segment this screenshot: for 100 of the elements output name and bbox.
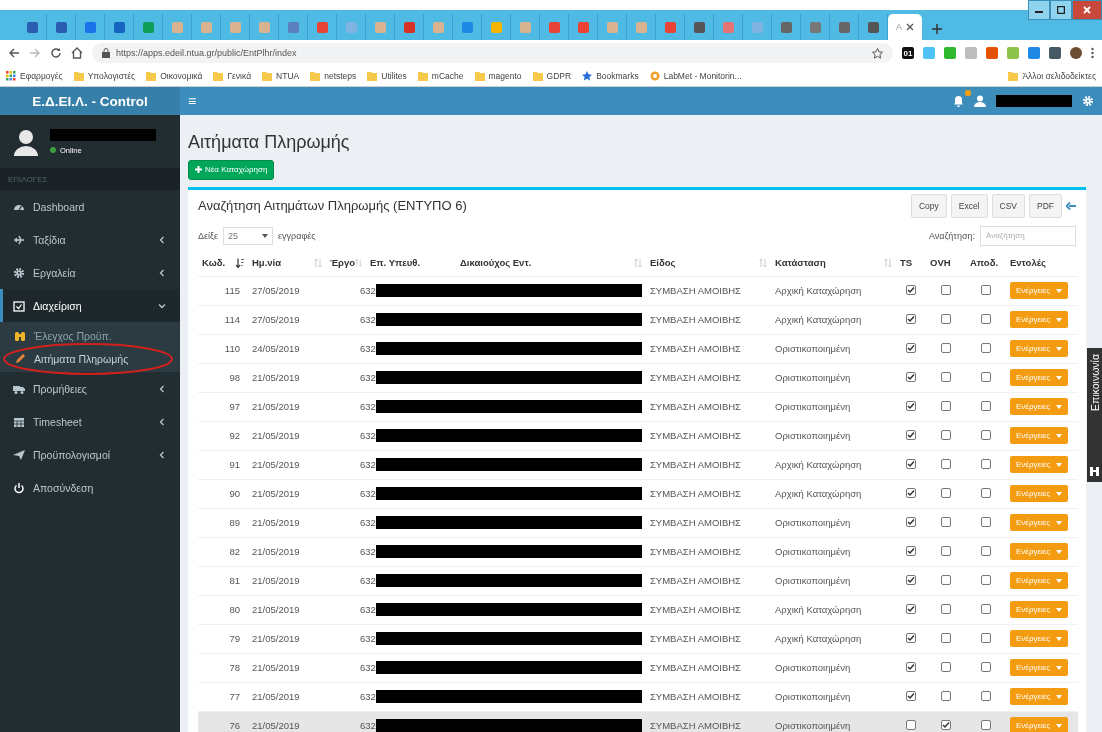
bookmark[interactable]: Οικονομικά xyxy=(146,71,203,81)
user-icon[interactable] xyxy=(974,95,986,107)
checkbox[interactable] xyxy=(941,603,951,614)
home-icon[interactable] xyxy=(71,47,83,59)
plus-icon[interactable] xyxy=(932,24,942,34)
checkbox[interactable] xyxy=(941,342,951,353)
checkbox[interactable] xyxy=(906,487,916,498)
bookmark[interactable]: magento xyxy=(474,71,522,81)
extension-icon[interactable] xyxy=(1049,47,1061,59)
checkbox[interactable] xyxy=(906,400,916,411)
checkbox[interactable] xyxy=(981,400,991,411)
checkbox[interactable] xyxy=(941,516,951,527)
checkbox[interactable] xyxy=(906,516,916,527)
checkbox[interactable] xyxy=(981,516,991,527)
checkbox[interactable] xyxy=(941,574,951,585)
bell-icon[interactable] xyxy=(953,95,964,107)
checkbox[interactable] xyxy=(981,574,991,585)
checkbox[interactable] xyxy=(981,661,991,672)
column-header[interactable]: Δικαιούχος Εντ. xyxy=(460,257,642,268)
sidebar-subitem[interactable]: Έλεγχος Προϋπ. xyxy=(0,324,180,347)
checkbox[interactable] xyxy=(981,342,991,353)
checkbox[interactable] xyxy=(981,545,991,556)
bookmark[interactable]: NTUA xyxy=(262,71,300,81)
checkbox[interactable] xyxy=(906,458,916,469)
checkbox[interactable] xyxy=(941,400,951,411)
checkbox[interactable] xyxy=(906,632,916,643)
column-header[interactable]: Κωδ. xyxy=(202,257,244,268)
reload-icon[interactable] xyxy=(50,47,62,59)
column-header[interactable]: Είδος xyxy=(650,257,767,268)
maximize-button[interactable] xyxy=(1050,0,1072,20)
address-bar[interactable]: https://apps.edeil.ntua.gr/public/EntPlhr/index xyxy=(92,43,893,63)
checkbox[interactable] xyxy=(906,545,916,556)
checkbox[interactable] xyxy=(981,487,991,498)
checkbox[interactable] xyxy=(981,313,991,324)
checkbox[interactable] xyxy=(981,371,991,382)
checkbox[interactable] xyxy=(981,690,991,701)
sidebar-subitem[interactable]: Αιτήματα Πληρωμής xyxy=(0,347,180,370)
contact-tab[interactable]: Επικοινωνία xyxy=(1087,348,1102,482)
column-header[interactable]: Έργο xyxy=(330,257,362,268)
checkbox[interactable] xyxy=(981,284,991,295)
checkbox[interactable] xyxy=(906,429,916,440)
bookmark[interactable]: Γενικά xyxy=(213,71,252,81)
gear-icon[interactable] xyxy=(1082,95,1094,107)
close-button[interactable] xyxy=(1072,0,1102,20)
checkbox[interactable] xyxy=(906,603,916,614)
checkbox[interactable] xyxy=(906,719,916,730)
minimize-button[interactable] xyxy=(1028,0,1050,20)
sidebar-item[interactable]: Εργαλεία xyxy=(0,256,180,289)
search-field[interactable]: Αναζήτηση xyxy=(980,225,1076,246)
extension-icon[interactable] xyxy=(1028,47,1040,59)
menu-toggle[interactable]: ≡ xyxy=(188,93,197,109)
bookmark[interactable]: LabMet - Monitorin... xyxy=(649,71,742,81)
checkbox[interactable] xyxy=(981,632,991,643)
checkbox[interactable] xyxy=(906,690,916,701)
bookmark[interactable]: Άλλοι σελιδοδείκτες xyxy=(1008,71,1096,81)
sidebar-item[interactable]: Αποσύνδεση xyxy=(0,471,180,504)
checkbox[interactable] xyxy=(981,719,991,730)
bookmark[interactable]: Utilites xyxy=(367,71,407,81)
export-button[interactable]: Copy xyxy=(910,193,947,218)
bookmark[interactable]: Υπολογιστές xyxy=(73,71,136,81)
bookmark[interactable]: mCache xyxy=(417,71,464,81)
sidebar-item[interactable]: Προμήθειες xyxy=(0,372,180,405)
checkbox[interactable] xyxy=(941,284,951,295)
checkbox[interactable] xyxy=(941,719,951,730)
sidebar-item[interactable]: Ταξίδια xyxy=(0,223,180,256)
sidebar-item[interactable]: Timesheet xyxy=(0,405,180,438)
app-brand[interactable]: Ε.Δ.ΕΙ.Λ. - Control xyxy=(0,87,180,115)
checkbox[interactable] xyxy=(941,429,951,440)
back-icon[interactable] xyxy=(8,47,20,59)
column-header[interactable]: Ημ.νία xyxy=(252,257,322,268)
checkbox[interactable] xyxy=(941,690,951,701)
menu-icon[interactable] xyxy=(1091,47,1094,59)
checkbox[interactable] xyxy=(941,371,951,382)
checkbox[interactable] xyxy=(906,284,916,295)
checkbox[interactable] xyxy=(981,429,991,440)
star-icon[interactable] xyxy=(872,47,883,59)
profile-icon[interactable] xyxy=(1070,47,1082,59)
export-button[interactable]: PDF xyxy=(1029,193,1062,218)
checkbox[interactable] xyxy=(981,603,991,614)
checkbox[interactable] xyxy=(941,313,951,324)
close-icon[interactable] xyxy=(906,23,914,31)
extension-button[interactable]: 01 xyxy=(902,47,914,59)
export-button[interactable]: Excel xyxy=(950,193,988,218)
checkbox[interactable] xyxy=(941,487,951,498)
extension-icon[interactable] xyxy=(986,47,998,59)
bookmark[interactable]: GDPR xyxy=(532,71,572,81)
checkbox[interactable] xyxy=(906,574,916,585)
sidebar-item[interactable]: Dashboard xyxy=(0,190,180,223)
checkbox[interactable] xyxy=(906,313,916,324)
checkbox[interactable] xyxy=(906,342,916,353)
page-length-select[interactable]: 25 xyxy=(223,226,274,245)
checkbox[interactable] xyxy=(941,661,951,672)
checkbox[interactable] xyxy=(941,632,951,643)
arrow-left-icon[interactable] xyxy=(1066,201,1076,210)
bookmark[interactable]: netsteps xyxy=(310,71,357,81)
sort-icon[interactable] xyxy=(236,257,244,268)
bookmark[interactable]: Bookmarks xyxy=(582,71,639,81)
checkbox[interactable] xyxy=(906,371,916,382)
sidebar-item[interactable]: Διαχείριση xyxy=(0,289,180,322)
sidebar-item[interactable]: Προϋπολογισμοί xyxy=(0,438,180,471)
